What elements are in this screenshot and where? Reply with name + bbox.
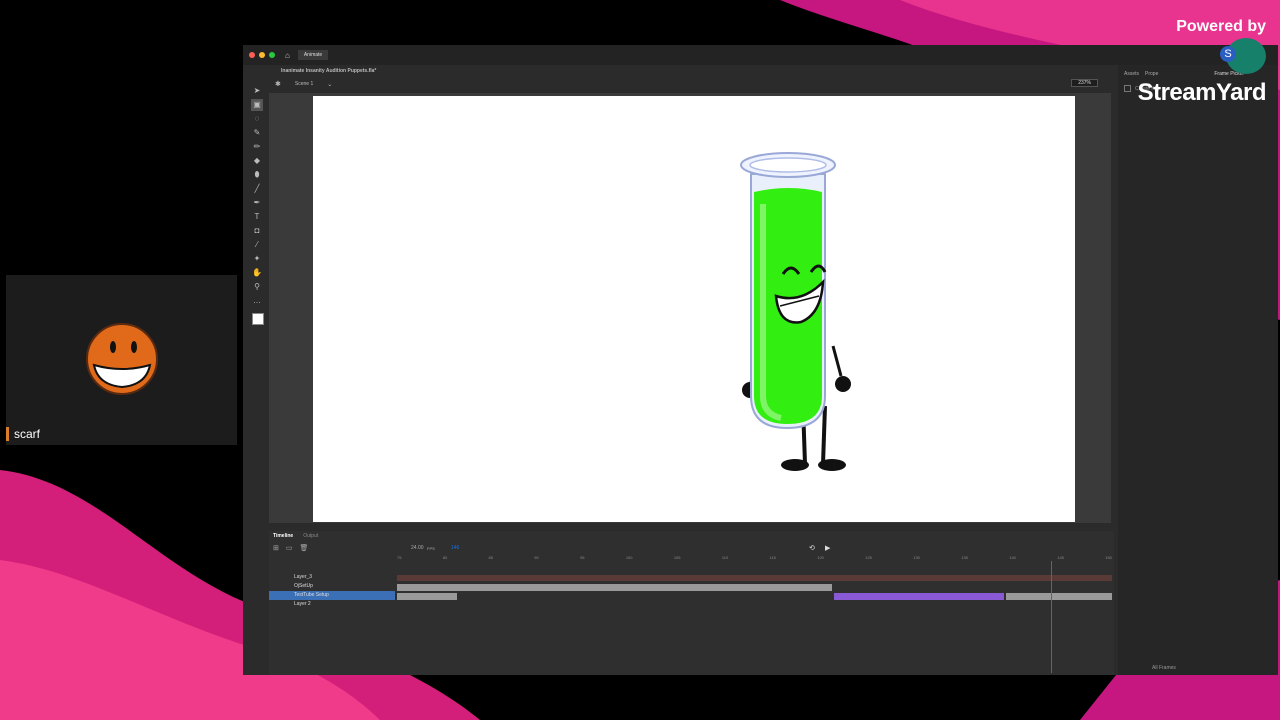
play-button[interactable]: ▶ [825, 544, 830, 552]
frame-ruler[interactable]: 75 80 85 90 95 100 105 110 115 120 125 130 135 140 145… [397, 555, 1112, 563]
frame-number[interactable]: 146 [451, 545, 459, 551]
pencil-tool-icon[interactable]: ✏ [251, 141, 263, 153]
frame-span[interactable] [397, 593, 457, 600]
selection-tool-icon[interactable]: ➤ [251, 85, 263, 97]
home-icon[interactable]: ⌂ [285, 51, 290, 60]
layer-row[interactable]: OjSetUp [269, 582, 395, 591]
layer-row[interactable]: Layer_3 [269, 573, 395, 582]
close-window-icon[interactable] [249, 52, 255, 58]
participant-name: scarf [14, 427, 41, 441]
pen-tool-icon[interactable]: ✒ [251, 197, 263, 209]
paint-bucket-tool-icon[interactable]: ◘ [251, 225, 263, 237]
tab-timeline[interactable]: Timeline [273, 533, 293, 539]
stage-canvas[interactable] [313, 96, 1075, 522]
minimize-window-icon[interactable] [259, 52, 265, 58]
title-bar: ⌂ Animate [243, 45, 1278, 65]
name-tag-accent [6, 427, 9, 441]
layer-name[interactable]: OjSetUp [294, 583, 313, 589]
test-tube-character[interactable] [733, 146, 873, 476]
frame-span[interactable] [1006, 593, 1112, 600]
oval-tool-icon[interactable]: ⬮ [251, 169, 263, 181]
fps-value[interactable]: 24.00 [411, 545, 424, 551]
layer-name[interactable]: Layer 2 [294, 601, 311, 607]
frames-track[interactable] [397, 573, 1112, 609]
playhead[interactable] [1051, 561, 1052, 673]
stroke-fill-swatch[interactable] [252, 313, 264, 325]
layer-name[interactable]: Layer_3 [294, 574, 312, 580]
eyedropper-tool-icon[interactable]: ⁄ [251, 239, 263, 251]
document-tab[interactable]: Inanimate Insanity Audition Puppets.fla* [281, 68, 376, 74]
zoom-tool-icon[interactable]: ⚲ [251, 281, 263, 293]
new-layer-icon[interactable]: ⊞ [273, 544, 279, 552]
tools-panel: ➤ ▣ ◌ ✎ ✏ ◆ ⬮ ╱ ✒ T ◘ ⁄ ✦ ✋ ⚲ … [247, 83, 267, 353]
frame-span[interactable] [397, 584, 832, 591]
subselection-tool-icon[interactable]: ▣ [251, 99, 263, 111]
more-tools-icon[interactable]: … [251, 295, 263, 307]
timeline-panel: Timeline Output ⊞ ▭ 🗑 24.00 FPS 146 ▶ ⟲ … [269, 531, 1114, 675]
pin-tool-icon[interactable]: ✦ [251, 253, 263, 265]
tween-span[interactable] [834, 593, 1004, 600]
chevron-down-icon[interactable]: ⌄ [327, 81, 332, 88]
webcam-tile: scarf [6, 275, 237, 445]
layer-row-selected[interactable]: TestTube Setup [269, 591, 395, 600]
hand-tool-icon[interactable]: ✋ [251, 267, 263, 279]
document-tab-bar: Inanimate Insanity Audition Puppets.fla* [243, 65, 1113, 77]
stage-area [269, 93, 1111, 523]
app-name-tab[interactable]: Animate [297, 50, 329, 60]
fps-unit: FPS [427, 545, 435, 551]
streamyard-badge: Powered by S StreamYard [1137, 18, 1267, 107]
create-key-checkbox[interactable] [1124, 85, 1131, 92]
text-tool-icon[interactable]: T [251, 211, 263, 223]
avatar [86, 323, 158, 395]
powered-by-label: Powered by [1176, 18, 1266, 35]
tab-output[interactable]: Output [303, 533, 318, 539]
maximize-window-icon[interactable] [269, 52, 275, 58]
properties-panel: Assets Prope Frame Picker Create Key All… [1118, 65, 1278, 675]
zoom-field[interactable]: 237% [1071, 79, 1098, 87]
mascot-icon: S [1220, 38, 1266, 74]
delete-layer-icon[interactable]: 🗑 [300, 544, 309, 552]
participant-name-tag: scarf [6, 427, 40, 441]
eraser-tool-icon[interactable]: ◆ [251, 155, 263, 167]
scene-icon[interactable]: ✱ [275, 80, 281, 88]
lasso-tool-icon[interactable]: ◌ [251, 113, 263, 125]
layer-name[interactable]: TestTube Setup [294, 592, 329, 598]
brush-tool-icon[interactable]: ✎ [251, 127, 263, 139]
bottom-dropdown[interactable]: All Frames [1152, 665, 1176, 671]
line-tool-icon[interactable]: ╱ [251, 183, 263, 195]
brand-logo: StreamYard [1137, 79, 1267, 106]
scene-label[interactable]: Scene 1 [295, 81, 313, 87]
animate-window: ⌂ Animate Inanimate Insanity Audition Pu… [243, 45, 1278, 675]
scene-bar: ✱ Scene 1 ⌄ 237% [269, 77, 1114, 91]
loop-icon[interactable]: ⟲ [809, 544, 815, 552]
layer-row[interactable]: Layer 2 [269, 600, 395, 609]
frame-span[interactable] [397, 575, 1112, 581]
new-folder-icon[interactable]: ▭ [286, 544, 293, 552]
